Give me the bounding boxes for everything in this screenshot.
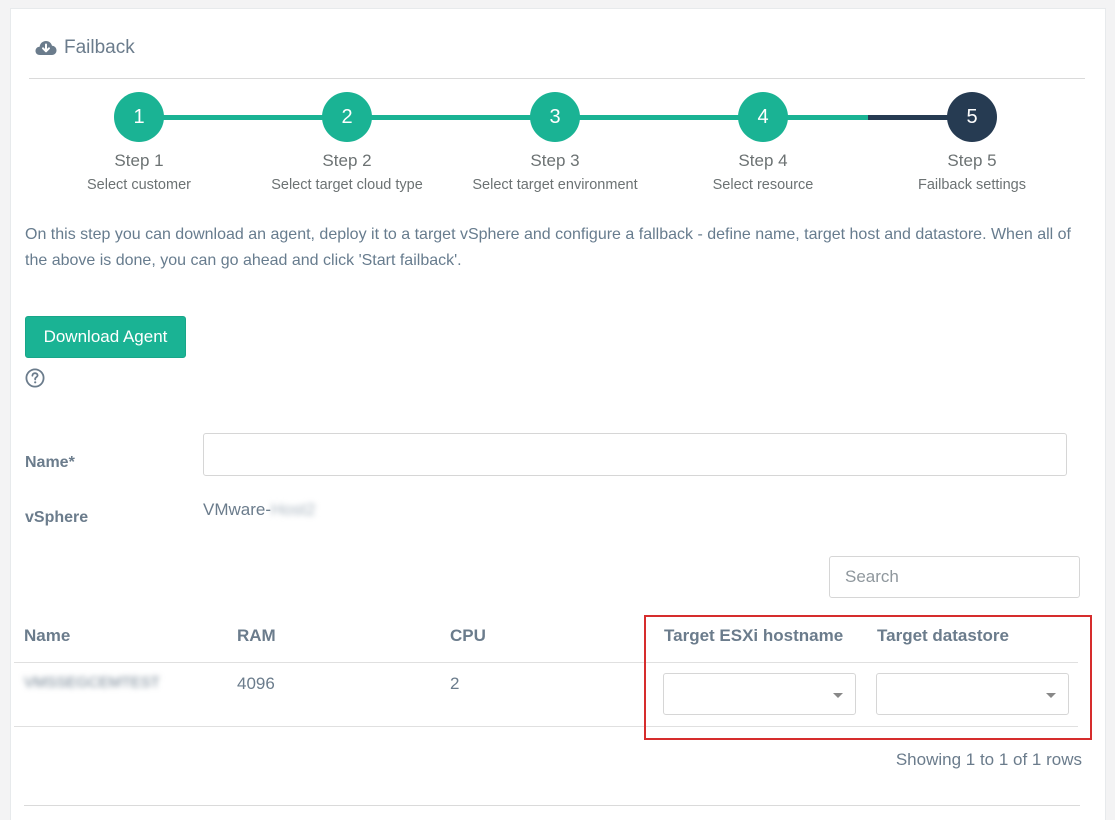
- step-description: On this step you can download an agent, …: [25, 226, 1071, 269]
- step-1-title: Step 1: [114, 151, 164, 170]
- step-5-circle: 5: [947, 92, 997, 142]
- step-4[interactable]: 4 Step 4 Select resource: [663, 92, 863, 193]
- column-header-name[interactable]: Name: [24, 626, 70, 646]
- row-cpu: 2: [450, 674, 460, 693]
- column-header-cpu[interactable]: CPU: [450, 626, 486, 646]
- vsphere-value-redacted: Host2: [271, 500, 316, 519]
- row-vm-name: VMSSEGCEMTEST: [24, 674, 160, 691]
- column-header-ram[interactable]: RAM: [237, 626, 276, 646]
- step-1[interactable]: 1 Step 1 Select customer: [39, 92, 239, 193]
- name-label: Name*: [25, 454, 75, 471]
- panel-title-text: Failback: [64, 37, 135, 58]
- panel-title: Failback: [35, 37, 135, 59]
- step-3-title: Step 3: [530, 151, 580, 170]
- vsphere-label: vSphere: [25, 509, 89, 526]
- step-3-subtitle: Select target environment: [472, 177, 638, 193]
- step-4-title: Step 4: [738, 151, 788, 170]
- step-3[interactable]: 3 Step 3 Select target environment: [455, 92, 655, 193]
- cloud-download-icon: [35, 40, 57, 56]
- step-5[interactable]: 5 Step 5 Failback settings: [872, 92, 1072, 193]
- bottom-divider: [24, 805, 1080, 806]
- row-ram: 4096: [237, 674, 275, 693]
- step-5-subtitle: Failback settings: [918, 177, 1026, 193]
- step-2-subtitle: Select target cloud type: [271, 177, 423, 193]
- step-1-circle: 1: [114, 92, 164, 142]
- step-1-subtitle: Select customer: [87, 177, 191, 193]
- step-4-circle: 4: [738, 92, 788, 142]
- vsphere-value: VMware- Host2: [203, 500, 315, 520]
- vsphere-value-prefix: VMware-: [203, 500, 272, 519]
- step-3-circle: 3: [530, 92, 580, 142]
- step-2-title: Step 2: [322, 151, 372, 170]
- step-5-title: Step 5: [947, 151, 997, 170]
- name-input[interactable]: [203, 433, 1067, 476]
- pagination-info: Showing 1 to 1 of 1 rows: [895, 750, 1082, 769]
- step-2-circle: 2: [322, 92, 372, 142]
- step-2[interactable]: 2 Step 2 Select target cloud type: [247, 92, 447, 193]
- title-divider: [29, 78, 1085, 79]
- highlight-box: [644, 615, 1092, 740]
- download-agent-button[interactable]: Download Agent: [25, 316, 186, 358]
- step-4-subtitle: Select resource: [712, 177, 814, 193]
- question-circle-icon[interactable]: [25, 368, 45, 393]
- search-input[interactable]: [829, 556, 1080, 598]
